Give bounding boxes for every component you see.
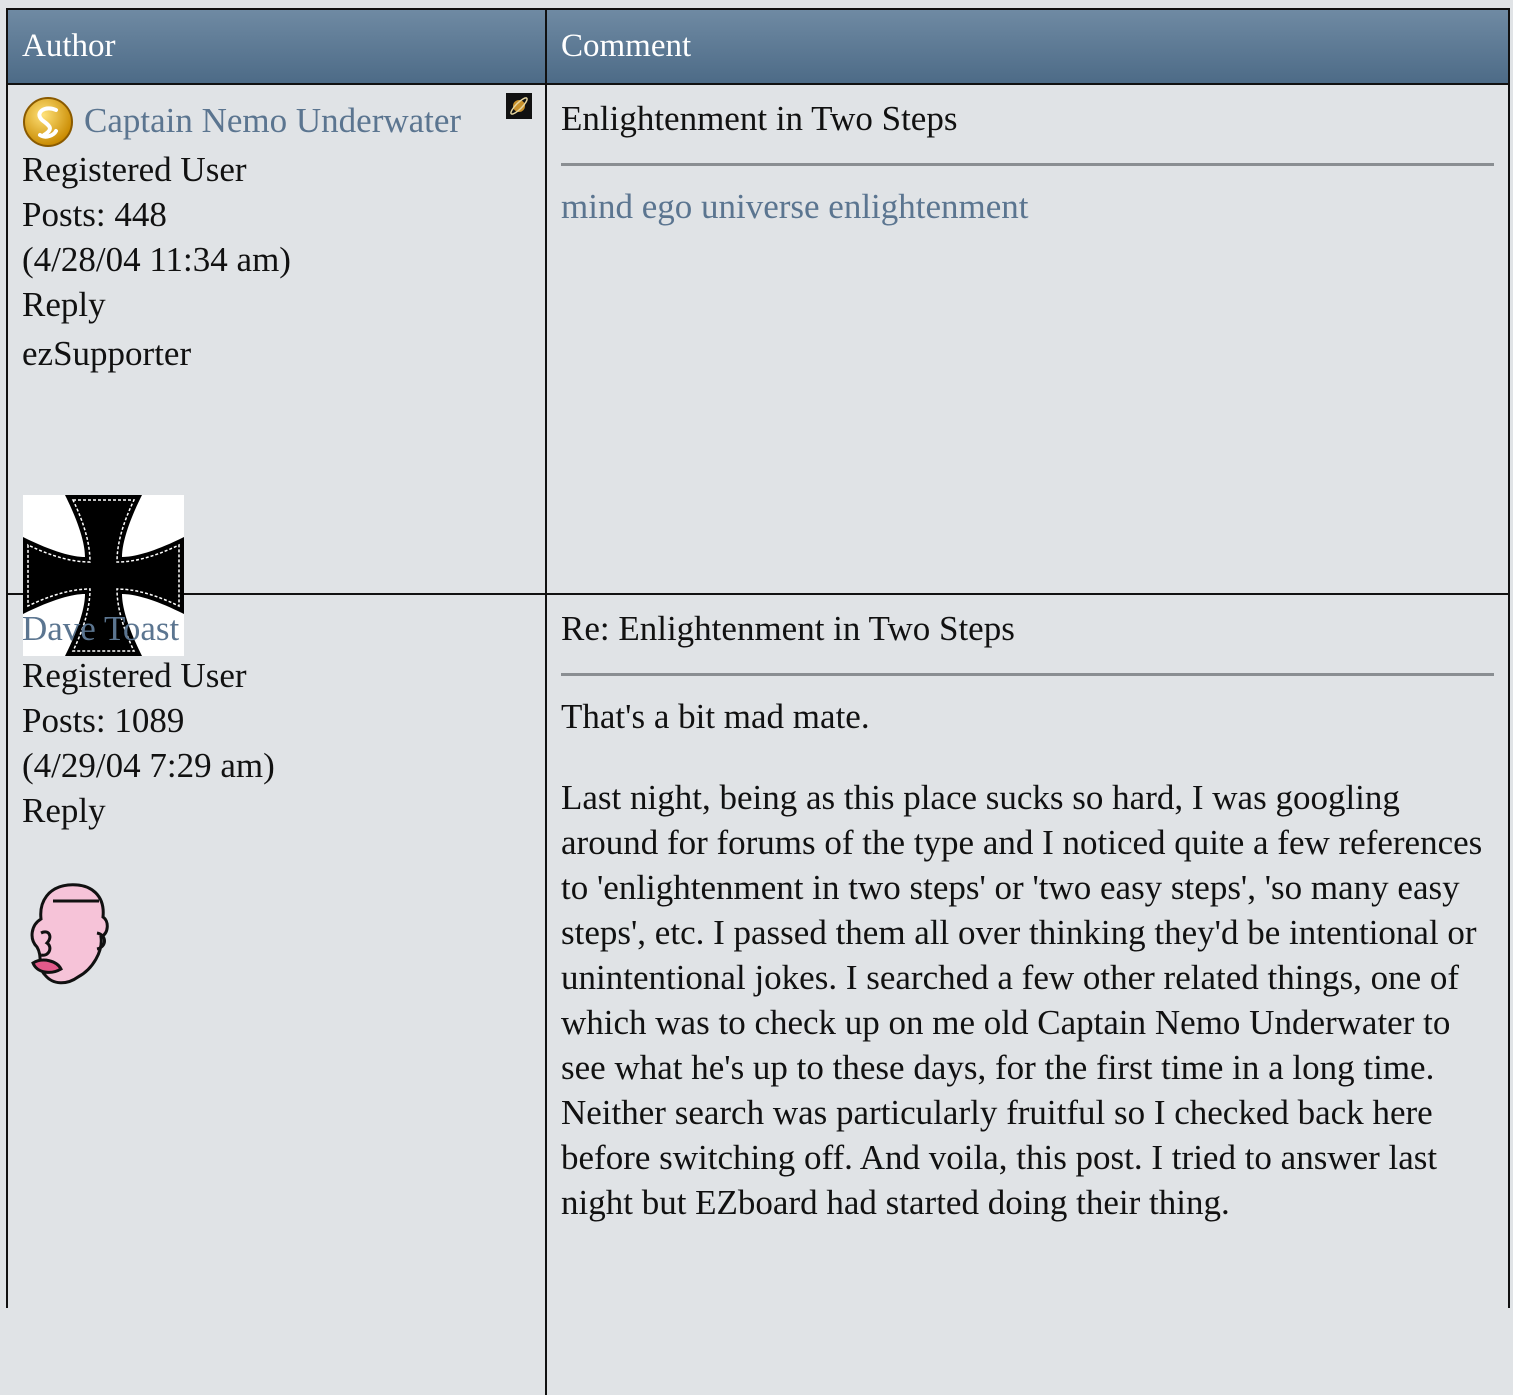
author-cell: Captain Nemo Underwater Registered User … xyxy=(8,85,547,656)
reply-link[interactable]: Reply xyxy=(22,282,531,327)
supporter-badge: ezSupporter xyxy=(22,334,192,373)
user-role: Registered User xyxy=(22,656,247,695)
post-body: That's a bit mad mate. Last night, being… xyxy=(561,694,1494,1225)
post-paragraph: Last night, being as this place sucks so… xyxy=(561,778,1483,1222)
post-body-link[interactable]: mind ego universe enlightenment xyxy=(561,187,1029,226)
post-count: Posts: 448 xyxy=(22,195,167,234)
author-link[interactable]: Dave Toast xyxy=(22,605,179,653)
comment-cell: Re: Enlightenment in Two Steps That's a … xyxy=(547,595,1508,1395)
post-date-link[interactable]: (4/28/04 11:34 am) xyxy=(22,237,531,282)
post-subject: Enlightenment in Two Steps xyxy=(561,99,958,138)
subject-divider xyxy=(561,673,1494,676)
post-row: Dave Toast Registered User Posts: 1089 (… xyxy=(8,595,1508,1395)
post-row: Captain Nemo Underwater Registered User … xyxy=(8,85,1508,656)
cartoon-face-avatar xyxy=(30,883,109,985)
comment-cell: Enlightenment in Two Steps mind ego univ… xyxy=(547,85,1508,593)
post-count: Posts: 1089 xyxy=(22,701,185,740)
post-date-link[interactable]: (4/29/04 7:29 am) xyxy=(22,743,531,788)
planet-icon xyxy=(506,93,532,119)
reply-link[interactable]: Reply xyxy=(22,788,531,833)
post-subject: Re: Enlightenment in Two Steps xyxy=(561,609,1015,648)
forum-thread-table: Author Comment Captain Nemo Underwater R… xyxy=(6,8,1510,1395)
level-icon xyxy=(23,97,73,147)
table-header: Author Comment xyxy=(8,10,1508,85)
user-role: Registered User xyxy=(22,150,247,189)
comment-column-header: Comment xyxy=(561,28,692,64)
post-paragraph: That's a bit mad mate. xyxy=(561,697,870,736)
subject-divider xyxy=(561,163,1494,166)
author-cell: Dave Toast Registered User Posts: 1089 (… xyxy=(8,595,547,1395)
author-column-header: Author xyxy=(8,10,547,83)
author-link[interactable]: Captain Nemo Underwater xyxy=(84,97,461,145)
